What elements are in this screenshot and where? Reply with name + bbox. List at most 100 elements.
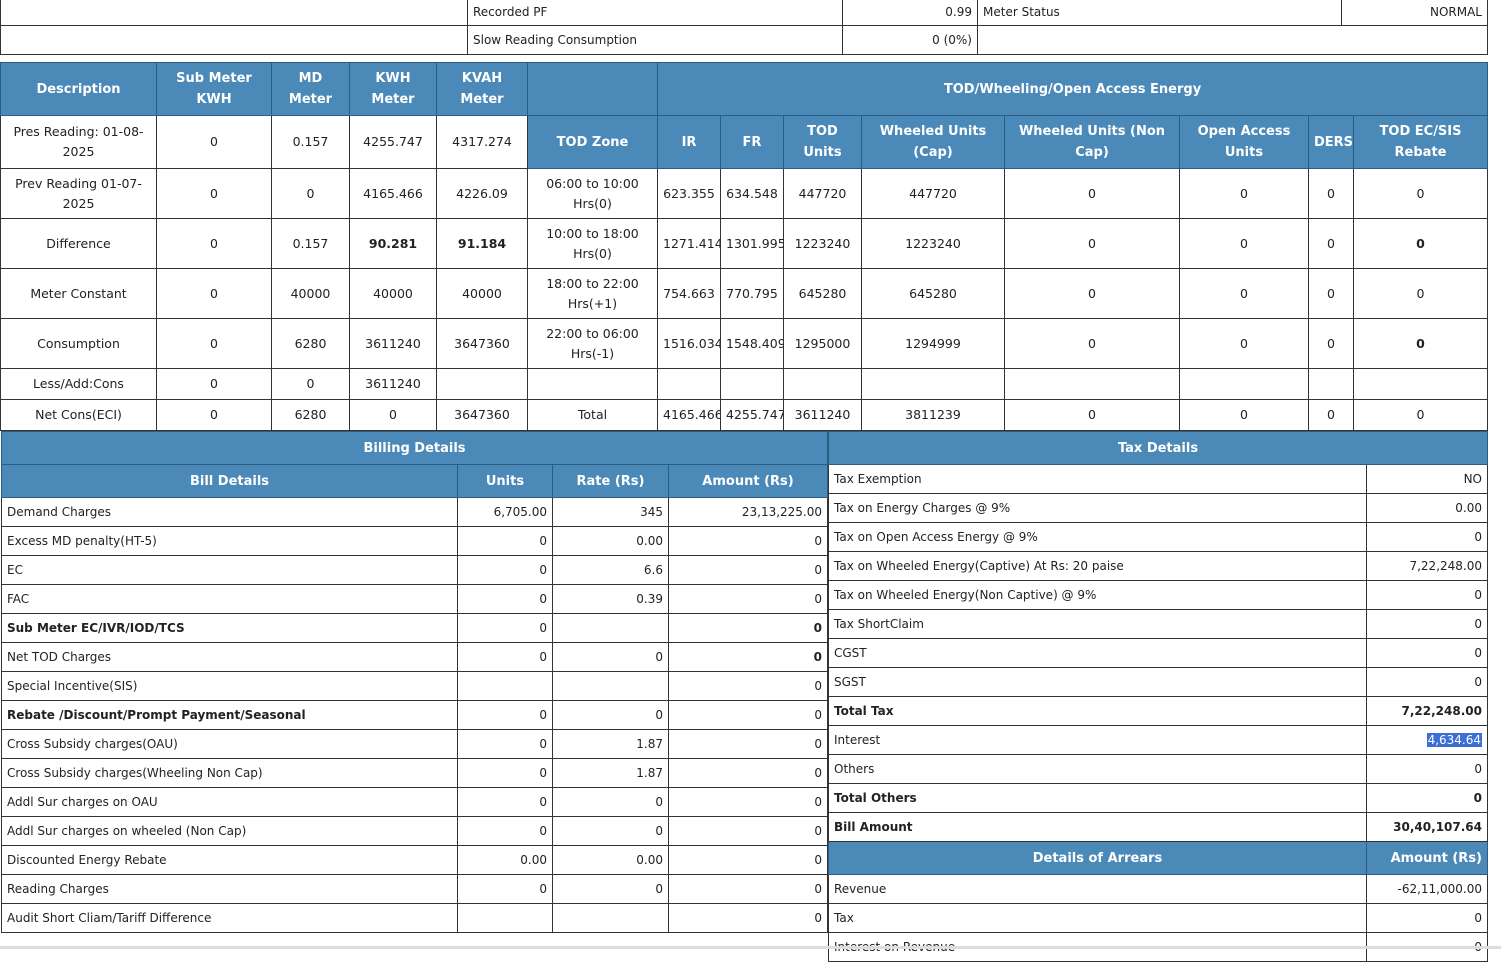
bill-row: Addl Sur charges on OAU 0 0 0: [1, 787, 829, 817]
cell-kvah: 4226.09: [436, 168, 528, 219]
tax-row: Tax on Wheeled Energy(Captive) At Rs: 20…: [828, 551, 1488, 581]
header-description: Description: [0, 62, 157, 116]
tax-row: Tax on Energy Charges @ 9% 0.00: [828, 493, 1488, 523]
empty-cell: [977, 25, 1488, 55]
bill-units: 0: [457, 874, 553, 904]
cell-ders: [1308, 368, 1354, 400]
row-label: Less/Add:Cons: [0, 368, 157, 400]
cell-ir: [657, 368, 721, 400]
cell-wnon: 0: [1004, 399, 1180, 431]
empty-cell: [0, 0, 468, 26]
energy-row: Less/Add:Cons 0 0 3611240: [0, 368, 1489, 400]
row-label: Difference: [0, 218, 157, 269]
cell-wcap: 1223240: [861, 218, 1005, 269]
tax-row: Interest 4,634.64: [828, 725, 1488, 755]
energy-row: Net Cons(ECI) 0 6280 0 3647360 Total 4165.466 4…: [0, 399, 1489, 431]
cell-md: 0: [271, 368, 350, 400]
cell-rebate: 0: [1352, 168, 1489, 219]
arrears-value: -62,11,000.00: [1366, 874, 1488, 904]
cell-tod: 645280: [783, 268, 862, 319]
tax-row: CGST 0: [828, 638, 1488, 668]
cell-ders: 0: [1308, 218, 1354, 269]
tax-value: 0: [1366, 609, 1488, 639]
tax-label: Tax on Wheeled Energy(Captive) At Rs: 20…: [828, 551, 1367, 581]
bill-rate: 345: [552, 497, 669, 527]
bill-label: Addl Sur charges on OAU: [1, 787, 458, 817]
bill-row: Reading Charges 0 0 0: [1, 874, 829, 904]
tax-label: Tax on Open Access Energy @ 9%: [828, 522, 1367, 552]
cell-md: 0: [271, 168, 350, 219]
bill-rate: 0.00: [552, 845, 669, 875]
header-tod-zone: TOD Zone: [527, 115, 658, 169]
bill-label: Cross Subsidy charges(Wheeling Non Cap): [1, 758, 458, 788]
bill-amount: 23,13,225.00: [667, 497, 829, 527]
cell-ir: 4165.466: [657, 399, 721, 431]
row-label: Net Cons(ECI): [0, 399, 157, 431]
bill-amount: 0: [667, 758, 829, 788]
cell-zone: [527, 368, 658, 400]
header-kvah: KVAH Meter: [436, 62, 528, 116]
tax-label: SGST: [828, 667, 1367, 697]
header-arrears-amount: Amount (Rs): [1366, 841, 1488, 875]
cell-ir: 623.355: [657, 168, 721, 219]
tax-label: Interest: [828, 725, 1367, 755]
bill-amount: 0: [667, 903, 829, 933]
bill-label: Reading Charges: [1, 874, 458, 904]
cell-sub_meter: 0: [156, 399, 272, 431]
arrears-label: Revenue: [828, 874, 1367, 904]
row-label: Prev Reading 01-07-2025: [0, 168, 157, 219]
bill-row: Audit Short Cliam/Tariff Difference 0: [1, 903, 829, 933]
cell-ir: 754.663: [657, 268, 721, 319]
summary-value: 0 (0%): [842, 25, 978, 55]
header-tod-group: TOD/Wheeling/Open Access Energy: [656, 62, 1489, 116]
cell-oa: [1179, 368, 1309, 400]
cell-fr: [720, 368, 784, 400]
arrears-row: Tax 0: [828, 903, 1488, 933]
tax-value: 7,22,248.00: [1366, 551, 1488, 581]
cell: 4255.747: [349, 115, 437, 169]
bill-rate: 0.00: [552, 526, 669, 556]
bill-label: Rebate /Discount/Prompt Payment/Seasonal: [1, 700, 458, 730]
summary-row: Slow Reading Consumption 0 (0%): [0, 25, 1488, 55]
cell-tod: [783, 368, 862, 400]
cell-oa: 0: [1179, 218, 1309, 269]
header-arrears: Details of Arrears: [828, 841, 1367, 875]
energy-row: Difference 0 0.157 90.281 91.184 10:00 to 18:…: [0, 218, 1489, 269]
bill-amount: 0: [667, 584, 829, 614]
tax-row: SGST 0: [828, 667, 1488, 697]
cell-tod: 3611240: [783, 399, 862, 431]
cell-fr: 770.795: [720, 268, 784, 319]
header-units: Units: [457, 464, 553, 498]
bill-amount: 0: [667, 671, 829, 701]
tax-value: 30,40,107.64: [1366, 812, 1488, 842]
bill-amount: 0: [667, 555, 829, 585]
tax-value: 0: [1366, 580, 1488, 610]
cell-fr: 1548.409: [720, 318, 784, 369]
bill-units: 6,705.00: [457, 497, 553, 527]
selected-text[interactable]: 4,634.64: [1426, 733, 1482, 747]
header-kwh: KWH Meter: [349, 62, 437, 116]
energy-readings-table: Description Sub Meter KWH MD Meter KWH M…: [0, 62, 1489, 431]
billing-title: Billing Details: [0, 431, 829, 465]
meter-summary-table: Recorded PF 0.99 Meter Status NORMAL Slo…: [0, 0, 1488, 55]
cell-kvah: 91.184: [436, 218, 528, 269]
cell-sub_meter: 0: [156, 318, 272, 369]
bill-rate: 0.39: [552, 584, 669, 614]
bill-rate: 1.87: [552, 758, 669, 788]
cell-kwh: 4165.466: [349, 168, 437, 219]
cell-fr: 634.548: [720, 168, 784, 219]
bill-amount: 0: [667, 816, 829, 846]
tax-label: Total Tax: [828, 696, 1367, 726]
energy-row: Prev Reading 01-07-2025 0 0 4165.466 4226.09…: [0, 168, 1489, 219]
cell-rebate: 0: [1352, 268, 1489, 319]
cell-tod: 447720: [783, 168, 862, 219]
bill-units: 0: [457, 555, 553, 585]
cell: 4317.274: [436, 115, 528, 169]
cell-kwh: 0: [349, 399, 437, 431]
bill-amount: 0: [667, 787, 829, 817]
cell-sub_meter: 0: [156, 268, 272, 319]
bill-label: FAC: [1, 584, 458, 614]
cell-ders: 0: [1308, 399, 1354, 431]
bill-rate: 0: [552, 700, 669, 730]
tax-row: Bill Amount 30,40,107.64: [828, 812, 1488, 842]
